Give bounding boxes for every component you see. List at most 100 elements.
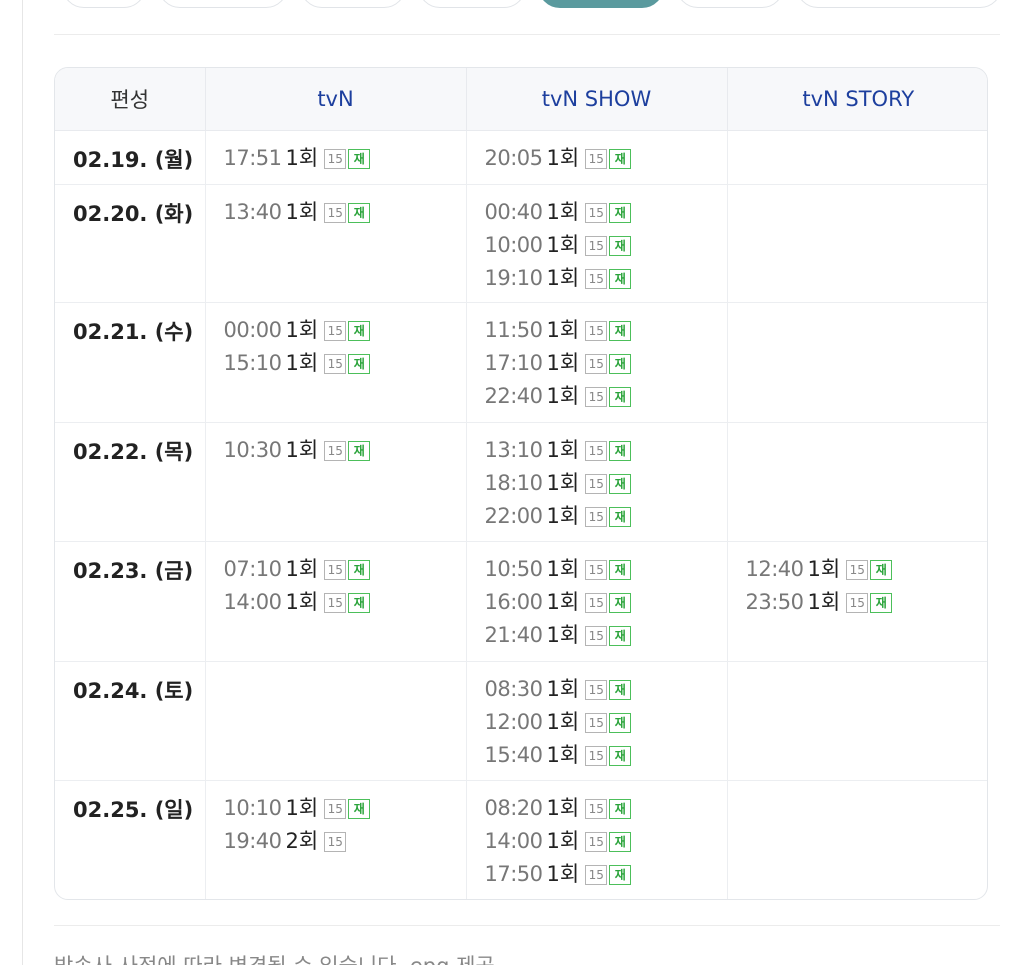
episode-entry[interactable]: 21:40 1회 15 재 [485, 622, 727, 655]
episode-entry[interactable]: 13:10 1회 15 재 [485, 437, 727, 470]
episode-entry[interactable]: 12:40 1회 15 재 [745, 556, 988, 589]
episode-number: 1회 [546, 709, 580, 734]
episode-entry[interactable]: 20:05 1회 15 재 [485, 145, 727, 178]
episode-entry[interactable]: 00:00 1회 15 재 [224, 317, 466, 350]
episode-entry[interactable]: 13:40 1회 15 재 [224, 199, 466, 232]
rerun-badge: 재 [348, 320, 371, 341]
episode-number: 1회 [546, 199, 580, 224]
episode-entry[interactable]: 15:40 1회 15 재 [485, 742, 727, 775]
episode-number: 1회 [546, 589, 580, 614]
episode-number: 1회 [807, 589, 841, 614]
air-time: 21:40 [484, 622, 544, 647]
episode-entry[interactable]: 10:30 1회 15 재 [224, 437, 466, 470]
episode-entry[interactable]: 14:00 1회 15 재 [224, 589, 466, 622]
age-rating-badge: 15 [324, 353, 347, 374]
age-rating-badge: 15 [585, 440, 608, 461]
schedule-cell: 07:10 1회 15 재 14:00 1회 15 재 [204, 541, 466, 662]
rerun-badge: 재 [870, 559, 893, 580]
age-rating-badge: 15 [324, 320, 347, 341]
age-rating-badge: 15 [324, 592, 347, 613]
schedule-date: 02.20. (화) [55, 184, 205, 303]
rerun-badge: 재 [348, 440, 371, 461]
rerun-badge: 재 [609, 831, 632, 852]
schedule-date: 02.22. (목) [55, 422, 205, 542]
rerun-badge: 재 [609, 592, 632, 613]
schedule-date: 02.24. (토) [55, 661, 205, 781]
age-rating-badge: 15 [585, 864, 608, 885]
rerun-badge: 재 [609, 712, 632, 733]
age-rating-badge: 15 [585, 473, 608, 494]
episode-entry[interactable]: 22:40 1회 15 재 [485, 383, 727, 416]
episode-number: 1회 [546, 742, 580, 767]
episode-number: 1회 [546, 265, 580, 290]
episode-number: 1회 [546, 317, 580, 342]
schedule-cell: 10:10 1회 15 재 19:40 2회 15 [204, 780, 466, 899]
air-time: 22:40 [484, 383, 544, 408]
schedule-date: 02.19. (월) [55, 130, 205, 185]
rerun-badge: 재 [348, 592, 371, 613]
episode-entry[interactable]: 00:40 1회 15 재 [485, 199, 727, 232]
schedule-cell: 13:10 1회 15 재 18:10 1회 15 재 22:00 1회 15 재 [465, 422, 727, 542]
schedule-cell: 08:30 1회 15 재 12:00 1회 15 재 15:40 1회 15 재 [465, 661, 727, 781]
episode-number: 1회 [546, 145, 580, 170]
episode-entry[interactable]: 12:00 1회 15 재 [485, 709, 727, 742]
air-time: 13:40 [223, 199, 283, 224]
filter-tab-1[interactable] [62, 0, 146, 8]
age-rating-badge: 15 [585, 831, 608, 852]
episode-entry[interactable]: 08:20 1회 15 재 [485, 795, 727, 828]
schedule-cell [726, 661, 987, 781]
air-time: 20:05 [484, 145, 544, 170]
rerun-badge: 재 [609, 202, 632, 223]
schedule-cell: 00:40 1회 15 재 10:00 1회 15 재 19:10 1회 15 재 [465, 184, 727, 303]
schedule-date: 02.25. (일) [73, 797, 194, 822]
rerun-badge: 재 [609, 625, 632, 646]
episode-entry[interactable]: 17:50 1회 15 재 [485, 861, 727, 894]
episode-entry[interactable]: 22:00 1회 15 재 [485, 503, 727, 536]
schedule-cell: 00:00 1회 15 재 15:10 1회 15 재 [204, 302, 466, 423]
episode-entry[interactable]: 19:10 1회 15 재 [485, 265, 727, 298]
air-time: 08:20 [484, 795, 544, 820]
air-time: 15:10 [223, 350, 283, 375]
rerun-badge: 재 [609, 745, 632, 766]
episode-entry[interactable]: 17:10 1회 15 재 [485, 350, 727, 383]
filter-tab-7[interactable] [796, 0, 1002, 8]
age-rating-badge: 15 [585, 506, 608, 527]
schedule-cell: 17:51 1회 15 재 [204, 130, 466, 185]
episode-entry[interactable]: 16:00 1회 15 재 [485, 589, 727, 622]
episode-entry[interactable]: 10:00 1회 15 재 [485, 232, 727, 265]
schedule-table: 편성 tvN tvN SHOW tvN STORY 02.19. (월) 17:5… [54, 67, 988, 900]
episode-number: 1회 [546, 350, 580, 375]
air-time: 16:00 [484, 589, 544, 614]
air-time: 10:50 [484, 556, 544, 581]
age-rating-badge: 15 [585, 386, 608, 407]
episode-number: 1회 [546, 232, 580, 257]
episode-entry[interactable]: 11:50 1회 15 재 [485, 317, 727, 350]
schedule-notice: 방송사 사정에 따라 변경될 수 있습니다. epg 제공 [54, 950, 495, 965]
age-rating-badge: 15 [585, 679, 608, 700]
episode-entry[interactable]: 08:30 1회 15 재 [485, 676, 727, 709]
episode-number: 1회 [285, 795, 319, 820]
rerun-badge: 재 [609, 148, 632, 169]
schedule-cell [726, 184, 987, 303]
episode-entry[interactable]: 18:10 1회 15 재 [485, 470, 727, 503]
episode-entry[interactable]: 15:10 1회 15 재 [224, 350, 466, 383]
episode-entry[interactable]: 10:10 1회 15 재 [224, 795, 466, 828]
filter-tab-2[interactable] [158, 0, 288, 8]
episode-entry[interactable]: 23:50 1회 15 재 [746, 589, 988, 622]
rerun-badge: 재 [609, 386, 632, 407]
episode-entry[interactable]: 14:00 1회 15 재 [485, 828, 727, 861]
age-rating-badge: 15 [846, 559, 869, 580]
filter-tab-5-active[interactable] [538, 0, 664, 8]
episode-entry[interactable]: 19:40 2회 15 [224, 828, 466, 861]
air-time: 12:40 [745, 556, 805, 581]
rerun-badge: 재 [609, 268, 632, 289]
episode-entry[interactable]: 17:51 1회 15 재 [224, 145, 466, 178]
episode-entry[interactable]: 10:50 1회 15 재 [485, 556, 727, 589]
filter-tab-3[interactable] [300, 0, 406, 8]
episode-entry[interactable]: 07:10 1회 15 재 [224, 556, 466, 589]
schedule-cell [726, 130, 987, 185]
schedule-row: 02.23. (금) 07:10 1회 15 재 14:00 1회 15 재 10:50 1회 15 재… [55, 541, 988, 662]
schedule-body: 02.19. (월) 17:51 1회 15 재 20:05 1회 15 재 02.20. (화)… [55, 130, 988, 899]
filter-tab-4[interactable] [418, 0, 526, 8]
filter-tab-6[interactable] [676, 0, 784, 8]
